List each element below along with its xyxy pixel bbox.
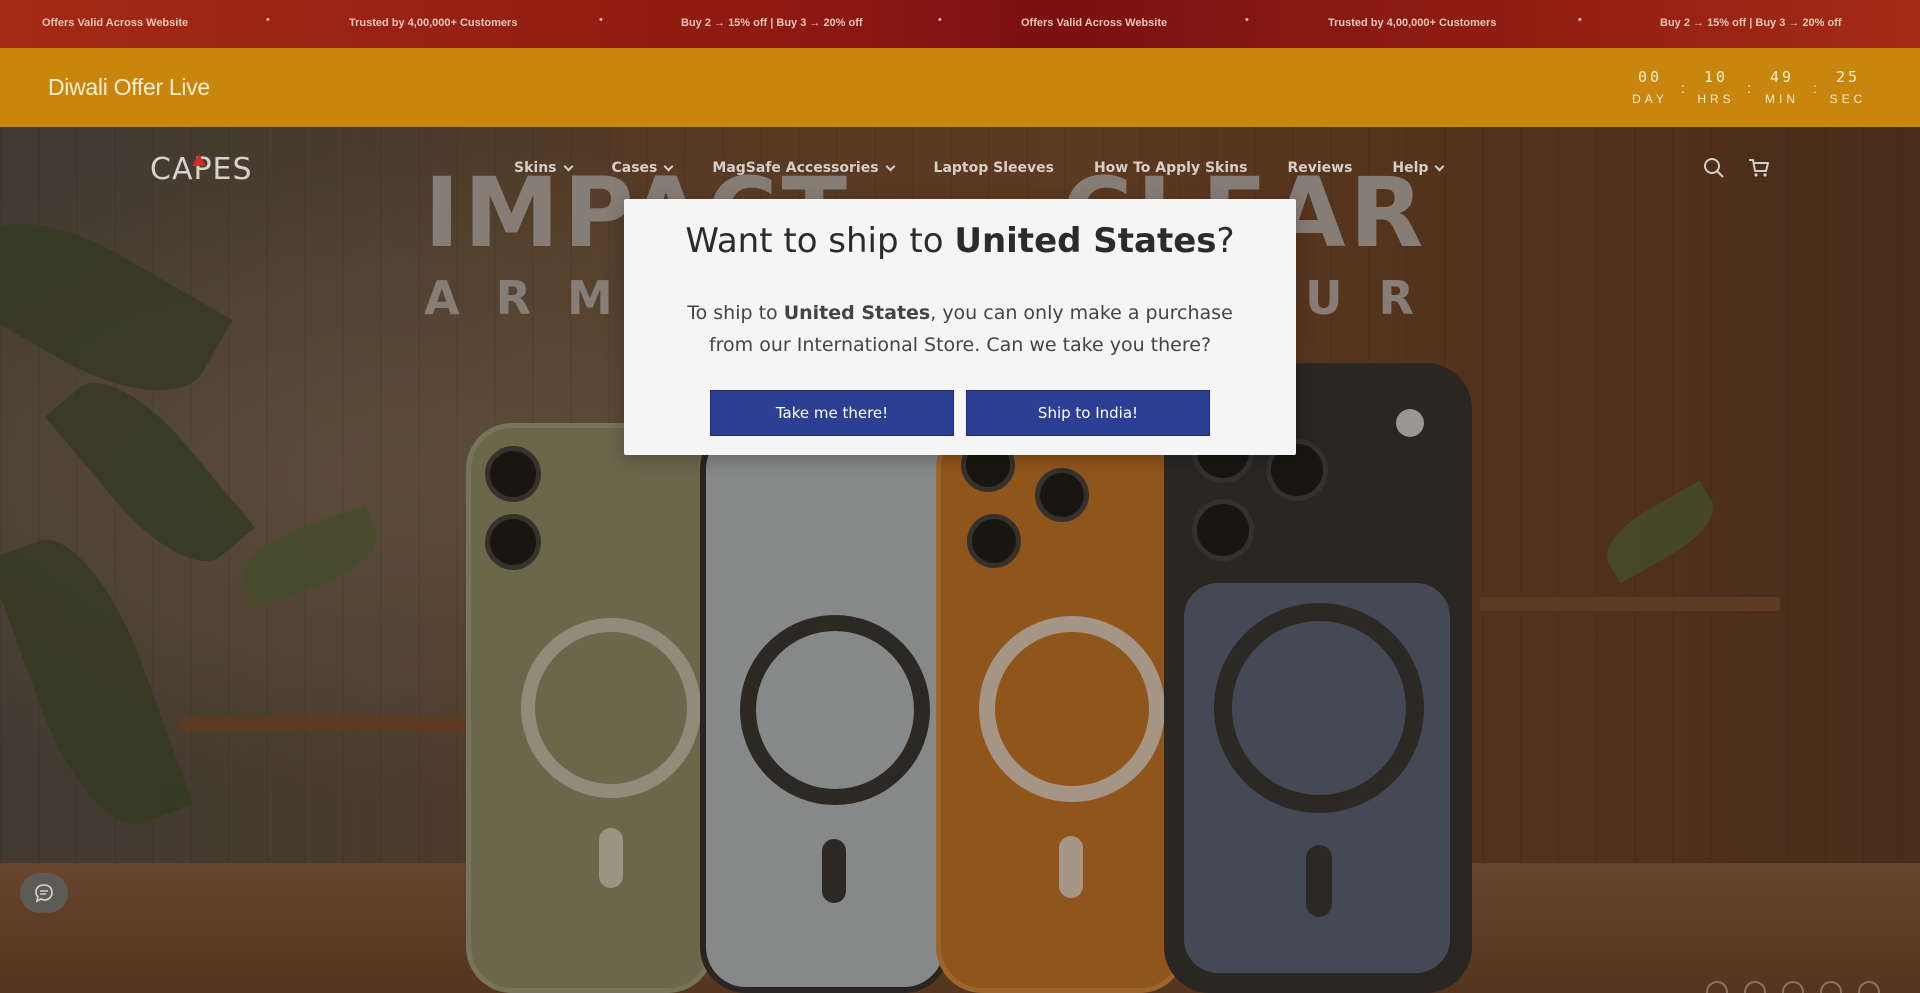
nav-item-help[interactable]: Help [1392, 160, 1445, 176]
announcement-item: Buy 2 → 15% off | Buy 3 → 20% off [1660, 17, 1842, 29]
nav-item-laptop-sleeves[interactable]: Laptop Sleeves [934, 160, 1054, 176]
nav-item-skins[interactable]: Skins [514, 160, 573, 176]
modal-body-prefix: To ship to [687, 302, 784, 324]
offer-bar: Diwali Offer Live 00 DAY : 10 HRS : 49 M… [0, 48, 1920, 127]
take-me-there-button[interactable]: Take me there! [710, 390, 954, 436]
countdown-value: 25 [1835, 68, 1861, 86]
countdown-value: 00 [1637, 68, 1663, 86]
nav-label: Cases [611, 160, 658, 176]
countdown-separator: : [1813, 80, 1817, 96]
nav-item-how-to-apply-skins[interactable]: How To Apply Skins [1094, 160, 1248, 176]
announcement-item: Trusted by 4,00,000+ Customers [349, 17, 518, 29]
search-icon[interactable] [1703, 157, 1725, 179]
nav-item-reviews[interactable]: Reviews [1287, 160, 1352, 176]
nav-label: Help [1392, 160, 1429, 176]
chevron-down-icon [563, 161, 573, 171]
announcement-item: Buy 2 → 15% off | Buy 3 → 20% off [681, 17, 863, 29]
announcement-bar: Offers Valid Across Website • Trusted by… [0, 0, 1920, 48]
countdown-timer: 00 DAY : 10 HRS : 49 MIN : 25 SEC [1626, 68, 1872, 106]
nav-item-magsafe-accessories[interactable]: MagSafe Accessories [712, 160, 895, 176]
countdown-value: 10 [1703, 68, 1729, 86]
announcement-item: Trusted by 4,00,000+ Customers [1328, 17, 1497, 29]
countdown-label: HRS [1697, 92, 1735, 106]
countdown-hours: 10 HRS [1692, 68, 1740, 106]
announcement-separator: • [266, 14, 270, 26]
announcement-separator: • [1578, 14, 1582, 26]
modal-title: Want to ship to United States? [624, 221, 1296, 261]
logo-mark-icon [192, 154, 206, 166]
announcement-separator: • [1245, 14, 1249, 26]
chat-button[interactable] [20, 873, 68, 913]
countdown-label: SEC [1829, 92, 1867, 106]
nav-label: Skins [514, 160, 557, 176]
chevron-down-icon [663, 161, 674, 171]
countdown-separator: : [1681, 80, 1685, 96]
nav-label: Laptop Sleeves [933, 160, 1054, 176]
ship-to-india-button[interactable]: Ship to India! [966, 390, 1210, 436]
shipping-country-modal: Want to ship to United States? To ship t… [624, 199, 1296, 455]
nav-label: MagSafe Accessories [712, 160, 879, 176]
countdown-label: DAY [1632, 92, 1668, 106]
chevron-down-icon [1435, 161, 1445, 171]
chat-icon [35, 884, 53, 903]
countdown-label: MIN [1765, 92, 1799, 106]
nav-label: How To Apply Skins [1093, 160, 1248, 176]
nav-label: Reviews [1287, 160, 1353, 176]
modal-title-country: United States [954, 221, 1217, 261]
countdown-days: 00 DAY [1626, 68, 1674, 106]
announcement-item: Offers Valid Across Website [42, 17, 189, 29]
countdown-seconds: 25 SEC [1824, 68, 1872, 106]
announcement-separator: • [938, 14, 942, 26]
nav-item-cases[interactable]: Cases [611, 160, 674, 176]
chevron-down-icon [885, 161, 895, 171]
cart-icon[interactable] [1748, 157, 1770, 179]
countdown-value: 49 [1769, 68, 1795, 86]
main-nav: Skins Cases MagSafe Accessories Laptop S… [514, 160, 1445, 176]
modal-title-suffix: ? [1216, 221, 1235, 261]
modal-body-country: United States [783, 302, 931, 324]
announcement-item: Offers Valid Across Website [1021, 17, 1168, 29]
modal-title-prefix: Want to ship to [685, 221, 955, 261]
countdown-separator: : [1747, 80, 1751, 96]
announcement-separator: • [599, 14, 603, 26]
offer-title: Diwali Offer Live [48, 74, 210, 100]
modal-body: To ship to United States, you can only m… [664, 297, 1256, 361]
countdown-minutes: 49 MIN [1758, 68, 1806, 106]
